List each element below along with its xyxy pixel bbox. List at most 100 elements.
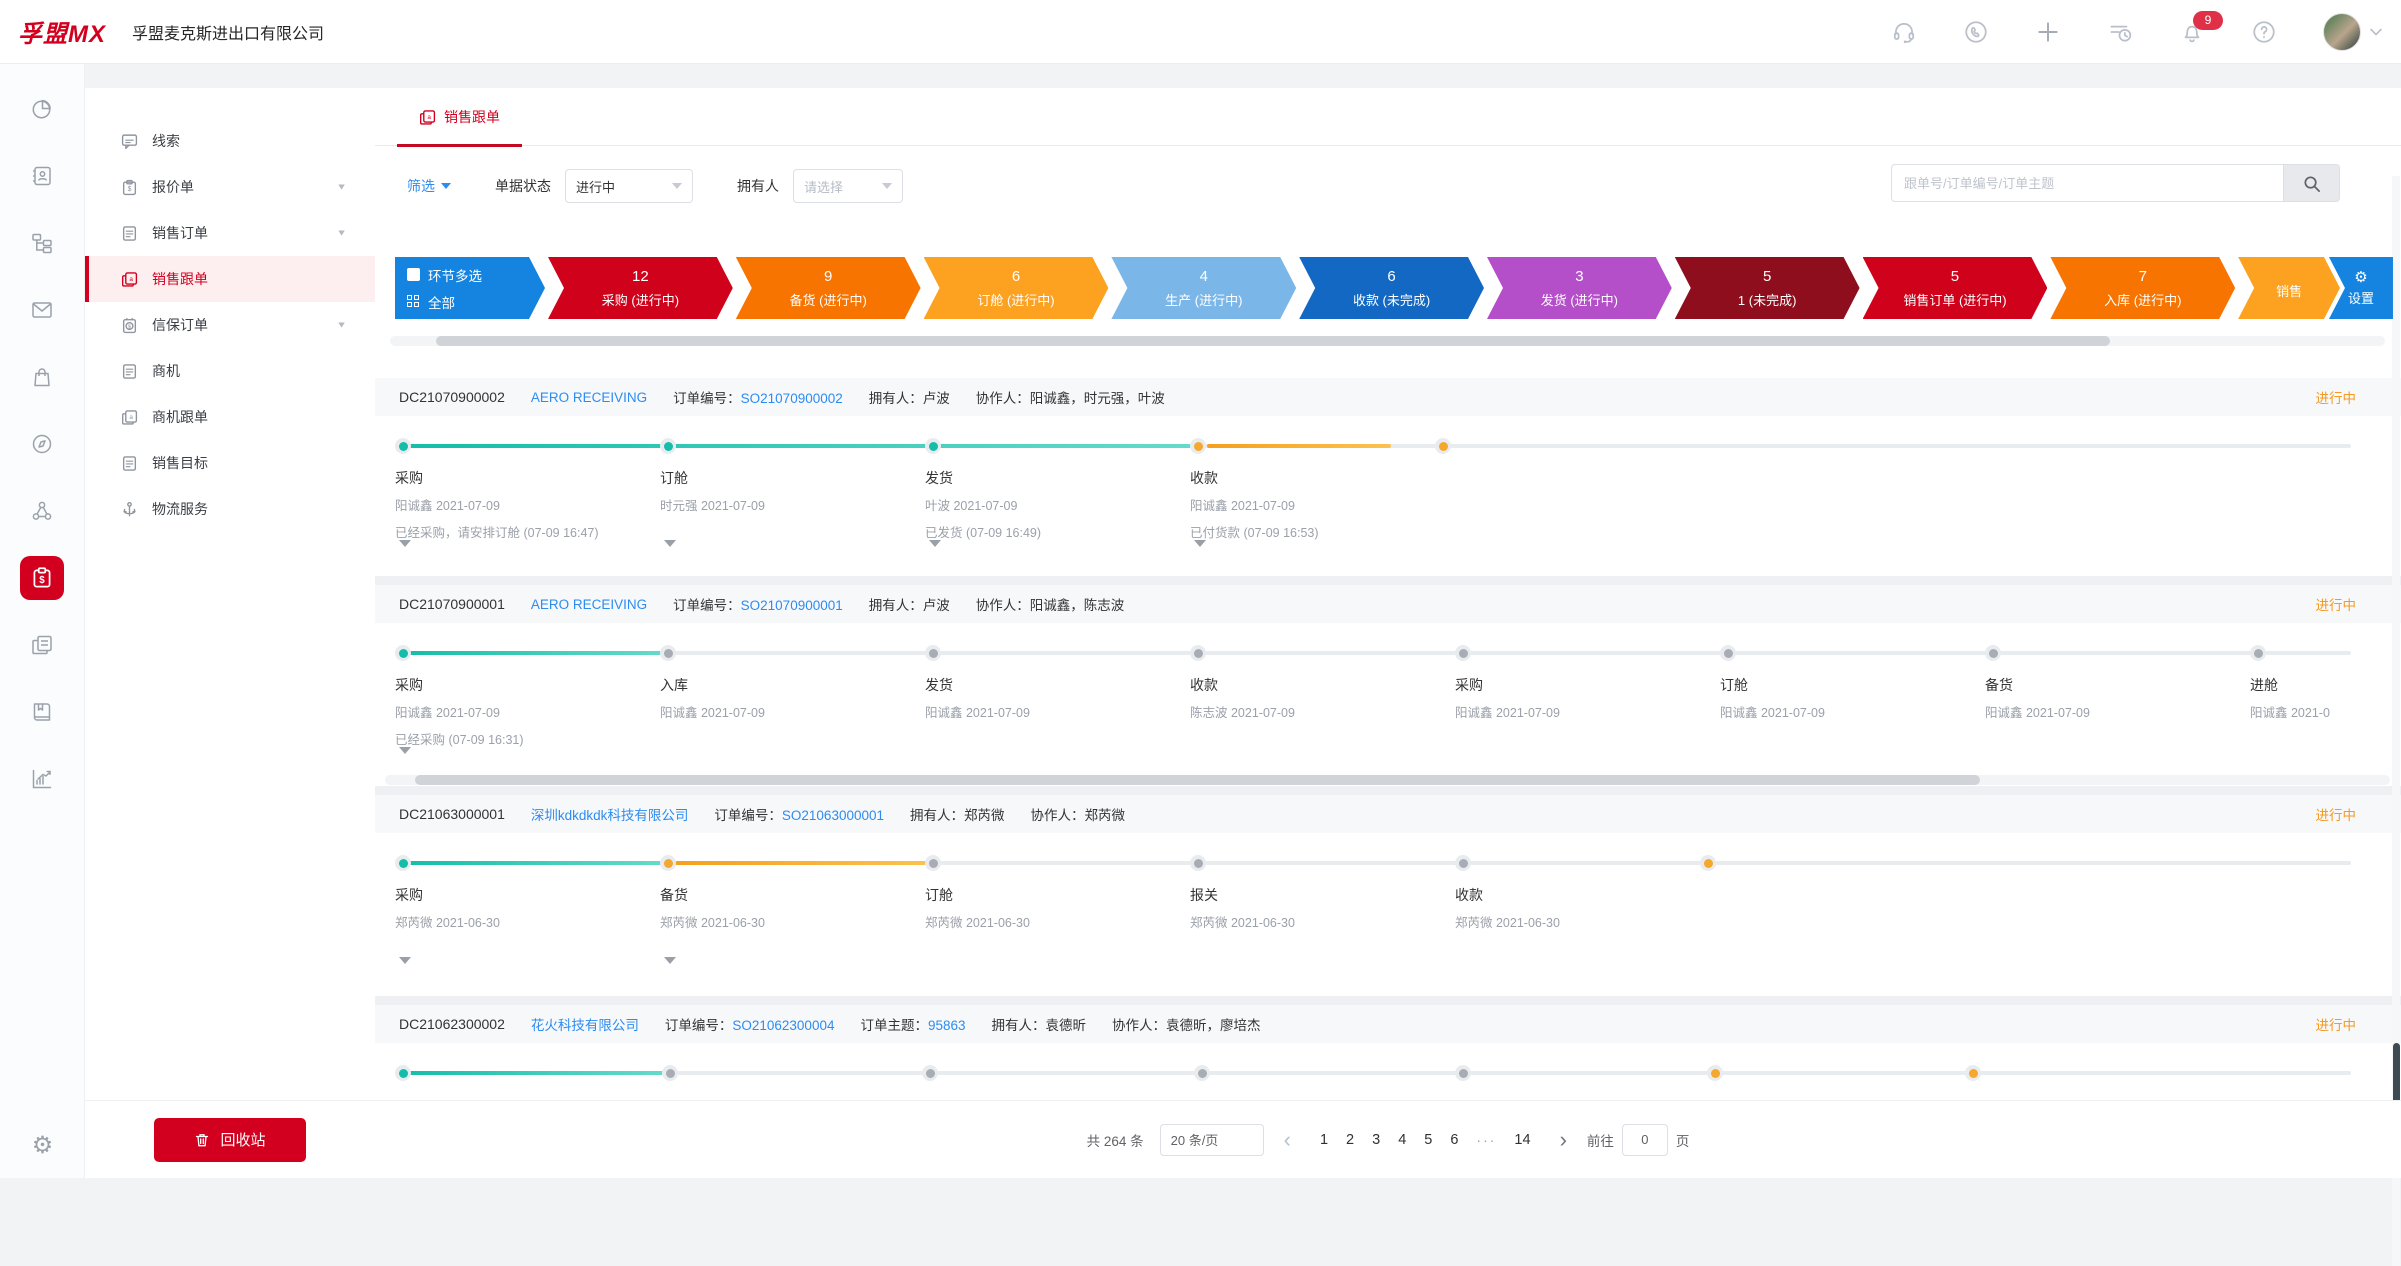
copy-docs-icon[interactable]	[20, 623, 64, 667]
share-network-icon[interactable]	[20, 489, 64, 533]
compass-icon[interactable]	[20, 422, 64, 466]
company-name: 孚盟麦克斯进出口有限公司	[132, 20, 324, 44]
stage-label: 备货 (进行中)	[790, 290, 867, 309]
sidebar-item-sales-targets[interactable]: 销售目标	[85, 440, 375, 486]
chevron-down-icon[interactable]	[2369, 27, 2383, 37]
status-select[interactable]: 进行中	[565, 169, 693, 203]
order-no-link[interactable]: SO21062300004	[732, 1018, 834, 1033]
scrollbar-thumb[interactable]	[2393, 1043, 2400, 1107]
chevron-down-icon[interactable]: ▼	[336, 320, 347, 330]
page-size-select[interactable]: 20 条/页	[1160, 1124, 1264, 1156]
stage-filter-arrow[interactable]: 5销售订单 (进行中)	[1863, 257, 2048, 319]
stage-person-date: 郑芮微 2021-06-30	[925, 912, 1175, 931]
sidebar-item-sales-followup[interactable]: a 销售跟单	[85, 256, 375, 302]
page-suffix-label: 页	[1676, 1130, 1690, 1150]
chevron-down-icon[interactable]: ▼	[336, 228, 347, 238]
prev-page-button[interactable]: ‹	[1280, 1129, 1295, 1151]
page-number[interactable]: 2	[1346, 1132, 1354, 1148]
order-no-link[interactable]: SO21063000001	[782, 808, 884, 823]
order-theme-link[interactable]: 95863	[928, 1018, 966, 1033]
page-number[interactable]: 14	[1514, 1132, 1530, 1148]
owner-label: 拥有人：	[869, 598, 923, 613]
sidebar-item-opportunities[interactable]: 商机	[85, 348, 375, 394]
chat-phone-icon[interactable]	[1963, 19, 1989, 45]
chevron-down-icon[interactable]: ▼	[336, 182, 347, 192]
sidebar-item-sales-orders[interactable]: 销售订单 ▼	[85, 210, 375, 256]
horizontal-scrollbar[interactable]	[385, 775, 2390, 785]
stage-person-date: 阳诚鑫 2021-07-09	[1720, 702, 1970, 721]
expand-stage-icon[interactable]	[664, 957, 676, 970]
sidebar-item-quotation[interactable]: $ 报价单 ▼	[85, 164, 375, 210]
goto-page-input[interactable]	[1622, 1124, 1668, 1156]
stage-person-date: 阳诚鑫 2021-07-09	[925, 702, 1175, 721]
stage-filter-arrow[interactable]: 6订舱 (进行中)	[924, 257, 1109, 319]
recycle-bin-label: 回收站	[220, 1129, 265, 1150]
page-number[interactable]: 5	[1424, 1132, 1432, 1148]
user-avatar[interactable]	[2323, 13, 2361, 51]
sales-followup-rail-icon[interactable]: $	[20, 556, 64, 600]
sidebar-item-opportunity-followup[interactable]: a 商机跟单	[85, 394, 375, 440]
page-number[interactable]: 4	[1398, 1132, 1406, 1148]
stage-multi-select-chip[interactable]: 环节多选 全部	[395, 257, 545, 319]
order-no-link[interactable]: SO21070900001	[741, 598, 843, 613]
expand-stage-icon[interactable]	[399, 957, 411, 970]
org-tree-icon[interactable]	[20, 221, 64, 265]
contacts-icon[interactable]	[20, 154, 64, 198]
owner-name: 卢波	[923, 391, 950, 406]
timeline-dot	[925, 855, 941, 871]
search-input[interactable]	[1891, 164, 2283, 202]
customer-link[interactable]: AERO RECEIVING	[531, 390, 647, 405]
horizontal-scrollbar[interactable]	[390, 336, 2385, 346]
next-page-button[interactable]: ›	[1556, 1129, 1571, 1151]
sidebar-item-logistics[interactable]: 物流服务	[85, 486, 375, 532]
customer-link[interactable]: AERO RECEIVING	[531, 597, 647, 612]
help-icon[interactable]	[2251, 19, 2277, 45]
checkbox-icon[interactable]	[407, 268, 420, 281]
trash-icon	[194, 1132, 210, 1148]
customer-link[interactable]: 深圳kdkdkdk科技有限公司	[531, 804, 689, 824]
expand-stage-icon[interactable]	[399, 540, 411, 553]
settings-gear-icon[interactable]: ⚙	[0, 1131, 85, 1160]
mail-icon[interactable]	[20, 288, 64, 332]
tab-sales-followup[interactable]: a 销售跟单	[397, 88, 522, 146]
dashboard-pie-icon[interactable]	[20, 87, 64, 131]
stage-name: 发货	[925, 675, 1175, 695]
bag-icon[interactable]	[20, 355, 64, 399]
page-number[interactable]: 1	[1320, 1132, 1328, 1148]
headset-icon[interactable]	[1891, 19, 1917, 45]
stage-filter-arrow[interactable]: 51 (未完成)	[1675, 257, 1860, 319]
bell-icon[interactable]: 9	[2179, 19, 2205, 45]
expand-stage-icon[interactable]	[399, 747, 411, 760]
stage-filter-arrow[interactable]: 9备货 (进行中)	[736, 257, 921, 319]
stage-filter-arrow[interactable]: 销售	[2238, 257, 2340, 319]
stage-note: 已经采购，请安排订舱 (07-09 16:47)	[395, 522, 645, 541]
stage-filter-arrow[interactable]: 3发货 (进行中)	[1487, 257, 1672, 319]
customer-link[interactable]: 花火科技有限公司	[531, 1014, 639, 1034]
filter-toggle[interactable]: 筛选	[407, 176, 451, 196]
stage-filter-arrow[interactable]: 7入库 (进行中)	[2050, 257, 2235, 319]
order-no-link[interactable]: SO21070900002	[741, 391, 843, 406]
book-icon[interactable]	[20, 690, 64, 734]
collaborators-label: 协作人：	[976, 391, 1030, 406]
sidebar-item-leads[interactable]: 线索	[85, 118, 375, 164]
stage-person-date: 时元强 2021-07-09	[660, 495, 910, 514]
stage-filter-arrow[interactable]: 4生产 (进行中)	[1111, 257, 1296, 319]
stage-filter-arrow[interactable]: 12采购 (进行中)	[548, 257, 733, 319]
sidebar-item-insured-orders[interactable]: $ 信保订单 ▼	[85, 302, 375, 348]
expand-stage-icon[interactable]	[1194, 540, 1206, 553]
owner-select[interactable]: 请选择	[793, 169, 903, 203]
scrollbar-thumb[interactable]	[415, 775, 1980, 785]
history-icon[interactable]	[2107, 19, 2133, 45]
caret-down-icon	[441, 183, 451, 194]
plus-icon[interactable]	[2035, 19, 2061, 45]
expand-stage-icon[interactable]	[664, 540, 676, 553]
search-button[interactable]	[2283, 164, 2340, 202]
page-number[interactable]: 3	[1372, 1132, 1380, 1148]
recycle-bin-button[interactable]: 回收站	[154, 1118, 306, 1162]
order-no-label: 订单编号：	[665, 1018, 733, 1033]
scrollbar-thumb[interactable]	[436, 336, 2110, 346]
stage-filter-arrow[interactable]: 6收款 (未完成)	[1299, 257, 1484, 319]
page-number[interactable]: 6	[1450, 1132, 1458, 1148]
report-chart-icon[interactable]	[20, 757, 64, 801]
expand-stage-icon[interactable]	[929, 540, 941, 553]
